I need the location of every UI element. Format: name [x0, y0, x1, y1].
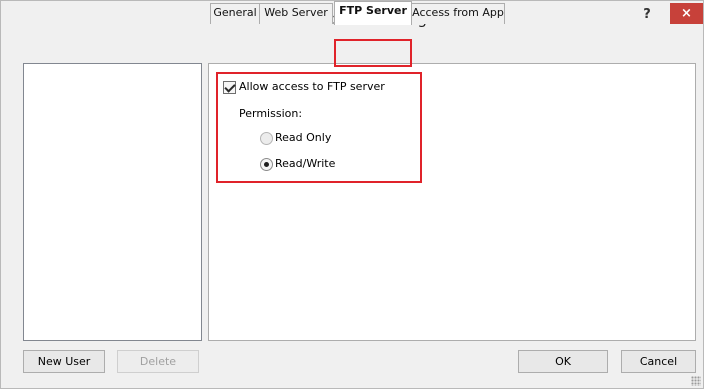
tab-access-from-app[interactable]: Access from App: [411, 3, 505, 24]
resize-grip-icon[interactable]: [691, 376, 701, 386]
tab-web-server[interactable]: Web Server: [259, 3, 333, 24]
close-button[interactable]: ×: [670, 3, 703, 24]
cancel-button[interactable]: Cancel: [621, 350, 696, 373]
ok-button[interactable]: OK: [518, 350, 608, 373]
delete-button[interactable]: Delete: [117, 350, 199, 373]
permission-label: Permission:: [239, 107, 303, 120]
user-list[interactable]: [23, 63, 202, 341]
tab-general[interactable]: General: [210, 3, 260, 24]
allow-ftp-access-label[interactable]: Allow access to FTP server: [239, 80, 385, 93]
read-write-radio[interactable]: [260, 158, 273, 171]
help-button[interactable]: ?: [638, 7, 656, 25]
read-write-label[interactable]: Read/Write: [275, 157, 335, 170]
read-only-label[interactable]: Read Only: [275, 131, 331, 144]
tab-ftp-server[interactable]: FTP Server: [334, 1, 412, 25]
read-only-radio[interactable]: [260, 132, 273, 145]
new-user-button[interactable]: New User: [23, 350, 105, 373]
allow-ftp-access-checkbox[interactable]: [223, 81, 236, 94]
user-account-settings-dialog: User Account Settings ? × General Web Se…: [0, 0, 704, 389]
